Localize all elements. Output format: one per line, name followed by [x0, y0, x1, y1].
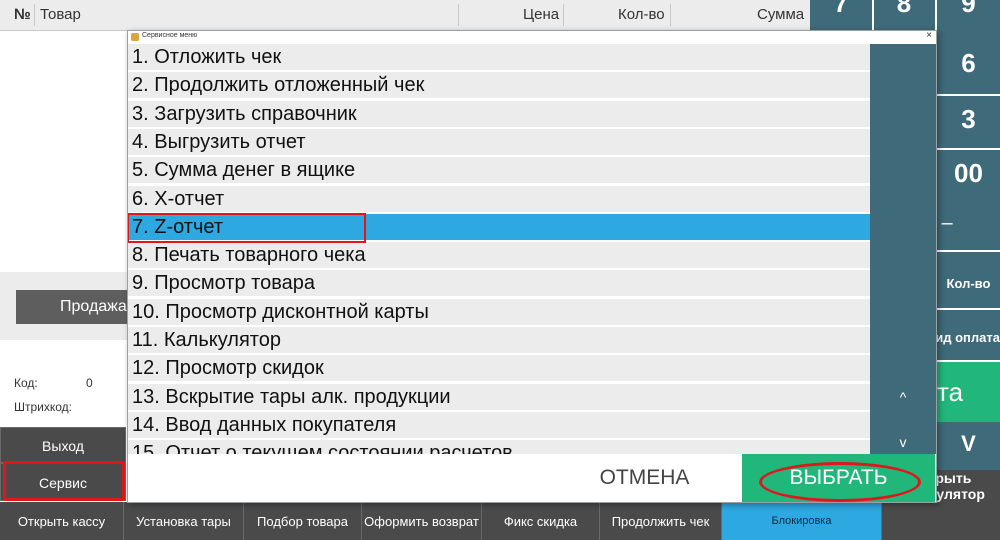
scroll-panel: ^ v	[870, 44, 936, 454]
col-price: Цена	[523, 6, 560, 23]
service-menu-list: 1. Отложить чек 2. Продолжить отложенный …	[128, 44, 870, 454]
barcode-label: Штрихкод:	[14, 400, 73, 414]
key-00[interactable]: 00	[937, 158, 1000, 198]
divider	[937, 94, 1000, 96]
col-sum: Сумма	[757, 6, 805, 23]
app-icon	[131, 33, 139, 41]
key-6[interactable]: 6	[937, 48, 1000, 88]
menu-item[interactable]: 8. Печать товарного чека	[128, 242, 870, 270]
menu-item[interactable]: 14. Ввод данных покупателя	[128, 411, 870, 439]
z-report-highlight-annotation	[128, 212, 366, 243]
exit-button[interactable]: Выход	[0, 427, 126, 463]
divider	[670, 4, 671, 26]
scroll-up-button[interactable]: ^	[870, 389, 936, 405]
close-icon[interactable]: ×	[926, 30, 932, 41]
key-minus[interactable]: –	[937, 212, 957, 252]
code-label: Код:	[14, 376, 38, 390]
pay-button[interactable]: та	[937, 362, 1000, 422]
menu-item[interactable]: 1. Отложить чек	[128, 44, 870, 71]
down-arrow-key[interactable]: V	[937, 424, 1000, 464]
payment-type-key[interactable]: Вид оплата	[928, 330, 1000, 350]
menu-item[interactable]: 10. Просмотр дисконтной карты	[128, 298, 870, 326]
menu-item[interactable]: 5. Сумма денег в ящике	[128, 157, 870, 185]
sale-button[interactable]: Продажа	[16, 290, 136, 324]
product-select-button[interactable]: Подбор товара	[244, 502, 362, 540]
lock-button[interactable]: Блокировка	[722, 502, 882, 540]
key-7[interactable]: 7	[810, 0, 872, 28]
menu-item[interactable]: 9. Просмотр товара	[128, 270, 870, 298]
dialog-title: Сервисное меню	[142, 32, 198, 39]
fix-discount-button[interactable]: Фикс скидка	[482, 502, 600, 540]
menu-item[interactable]: 15. Отчет о текущем состоянии расчетов	[128, 440, 870, 454]
divider	[458, 4, 459, 26]
divider	[937, 148, 1000, 150]
menu-item[interactable]: 12. Просмотр скидок	[128, 355, 870, 383]
select-highlight-annotation	[759, 462, 921, 502]
menu-item[interactable]: 4. Выгрузить отчет	[128, 128, 870, 156]
scroll-down-button[interactable]: v	[870, 434, 936, 450]
items-table-header: № Товар Цена Кол-во Сумма	[0, 0, 810, 31]
service-highlight-annotation	[3, 461, 125, 501]
return-button[interactable]: Оформить возврат	[362, 502, 482, 540]
key-9[interactable]: 9	[937, 0, 1000, 28]
divider	[34, 4, 35, 26]
continue-check-button[interactable]: Продолжить чек	[600, 502, 722, 540]
code-value: 0	[86, 376, 93, 390]
key-3[interactable]: 3	[937, 104, 1000, 144]
col-number: №	[14, 6, 31, 23]
divider	[937, 250, 1000, 252]
menu-item[interactable]: 6. X-отчет	[128, 185, 870, 213]
menu-item[interactable]: 2. Продолжить отложенный чек	[128, 72, 870, 100]
divider	[937, 308, 1000, 310]
cancel-button[interactable]: ОТМЕНА	[548, 454, 741, 502]
qty-key[interactable]: Кол-во	[937, 276, 1000, 296]
key-8[interactable]: 8	[873, 0, 935, 28]
dialog-titlebar: Сервисное меню ×	[128, 30, 936, 45]
menu-item[interactable]: 13. Вскрытие тары алк. продукции	[128, 383, 870, 411]
divider	[563, 4, 564, 26]
menu-item[interactable]: 11. Калькулятор	[128, 327, 870, 354]
service-menu-dialog: Сервисное меню × 1. Отложить чек 2. Продо…	[127, 30, 937, 503]
col-product: Товар	[40, 6, 81, 23]
col-qty: Кол-во	[618, 6, 665, 23]
menu-item[interactable]: 3. Загрузить справочник	[128, 100, 870, 128]
open-cash-button[interactable]: Открыть кассу	[0, 502, 124, 540]
tare-button[interactable]: Установка тары	[124, 502, 244, 540]
